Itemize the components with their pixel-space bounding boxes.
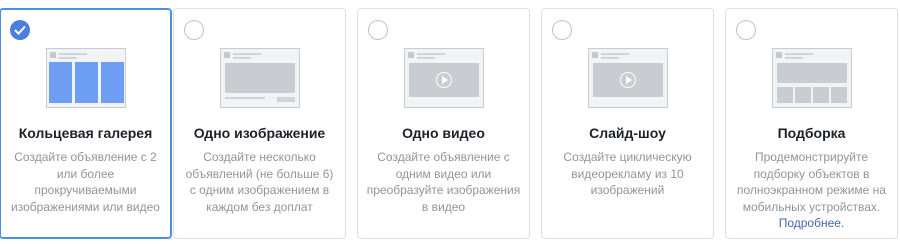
format-card-single-video[interactable]: Одно видео Создайте объявление с одним в… [357, 8, 530, 239]
slideshow-preview-icon [587, 48, 668, 108]
unselected-radio[interactable] [552, 20, 572, 40]
format-card-slideshow[interactable]: Слайд-шоу Создайте циклическую видеорекл… [541, 8, 714, 239]
unselected-radio[interactable] [368, 20, 388, 40]
learn-more-link[interactable]: Подробнее. [779, 216, 845, 230]
collection-preview-icon [771, 48, 852, 108]
card-title: Подборка [777, 125, 846, 141]
checkmark-icon [14, 25, 26, 35]
card-description-text: Продемонстрируйте подборку объектов в по… [737, 150, 886, 214]
unselected-radio[interactable] [184, 20, 204, 40]
card-title: Одно видео [402, 125, 485, 141]
card-title: Одно изображение [193, 125, 326, 141]
single-image-preview-icon [219, 48, 300, 108]
card-description: Создайте объявление с одним видео или пр… [366, 150, 521, 214]
single-video-preview-icon [403, 48, 484, 108]
card-description: Создайте объявление с 2 или более прокру… [11, 150, 160, 214]
play-icon [435, 72, 452, 88]
card-description: Создайте несколько объявлений (не больше… [185, 150, 334, 214]
format-card-carousel[interactable]: Кольцевая галерея Создайте объявление с … [0, 8, 172, 239]
card-description: Создайте циклическую видеорекламу из 10 … [563, 150, 692, 197]
format-card-collection[interactable]: Подборка Продемонстрируйте подборку объе… [725, 8, 898, 239]
card-title: Слайд-шоу [589, 125, 666, 141]
format-card-single-image[interactable]: Одно изображение Создайте несколько объя… [173, 8, 346, 239]
play-icon [619, 72, 636, 88]
carousel-preview-icon [45, 48, 126, 108]
card-title: Кольцевая галерея [18, 125, 153, 141]
selected-radio[interactable] [10, 20, 30, 40]
unselected-radio[interactable] [736, 20, 756, 40]
card-description: Продемонстрируйте подборку объектов в по… [734, 149, 889, 232]
